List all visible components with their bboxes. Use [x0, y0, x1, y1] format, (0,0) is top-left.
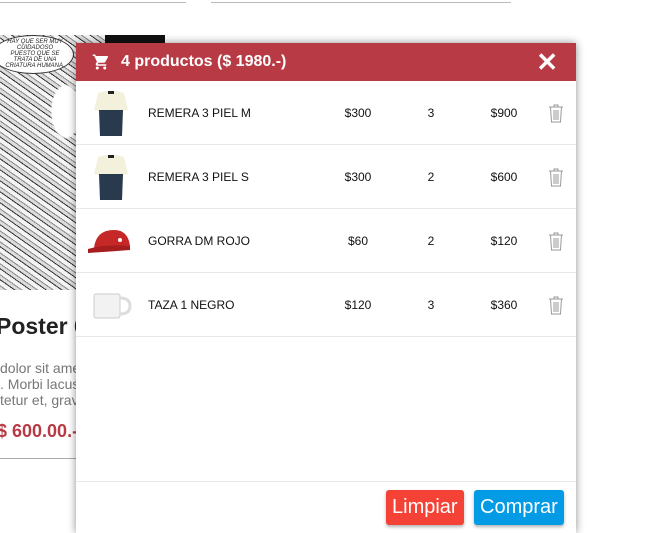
clear-button[interactable]: Limpiar [386, 490, 464, 525]
item-name: GORRA DM ROJO [148, 233, 251, 248]
item-subtotal: $900 [490, 105, 518, 120]
item-name: TAZA 1 NEGRO [148, 297, 235, 312]
cart-item-row: TAZA 1 NEGRO $120 3 $360 [76, 273, 576, 337]
trash-icon[interactable] [548, 231, 564, 251]
product-thumbnail [86, 218, 136, 264]
close-icon[interactable]: ✕ [536, 49, 558, 75]
item-price: $60 [347, 233, 369, 248]
shopping-cart-icon [92, 54, 109, 70]
item-price: $300 [344, 105, 372, 120]
divider [0, 458, 80, 459]
product-description: dolor sit amet . Morbi lacus tetur et, g… [0, 360, 85, 408]
item-quantity: 3 [427, 297, 435, 312]
product-thumbnail [86, 90, 136, 136]
product-thumbnail [86, 154, 136, 200]
item-subtotal: $360 [490, 297, 518, 312]
cart-item-row: GORRA DM ROJO $60 2 $120 [76, 209, 576, 273]
item-name: REMERA 3 PIEL S [148, 169, 249, 184]
comic-speech-bubble: HAY QUE SER MUY CUIDADOSO PUESTO QUE SE … [0, 35, 74, 74]
item-price: $120 [344, 297, 372, 312]
trash-icon[interactable] [548, 295, 564, 315]
buy-button[interactable]: Comprar [474, 490, 564, 525]
item-quantity: 3 [427, 105, 435, 120]
cart-item-row: REMERA 3 PIEL M $300 3 $900 [76, 81, 576, 145]
product-title[interactable]: Poster 6 [0, 313, 87, 340]
divider [211, 2, 511, 3]
cart-header: 4 productos ($ 1980.-) ✕ [76, 43, 576, 81]
trash-icon[interactable] [548, 167, 564, 187]
item-subtotal: $600 [490, 169, 518, 184]
cart-item-row: REMERA 3 PIEL S $300 2 $600 [76, 145, 576, 209]
item-quantity: 2 [427, 233, 435, 248]
item-price: $300 [344, 169, 372, 184]
item-quantity: 2 [427, 169, 435, 184]
divider [0, 2, 186, 3]
trash-icon[interactable] [548, 103, 564, 123]
item-name: REMERA 3 PIEL M [148, 105, 251, 120]
product-price: $ 600.00.- [0, 421, 79, 441]
item-subtotal: $120 [490, 233, 518, 248]
product-thumbnail [86, 282, 136, 328]
cart-footer: Limpiar Comprar [76, 481, 576, 533]
cart-title: 4 productos ($ 1980.-) [121, 53, 287, 70]
cart-panel: 4 productos ($ 1980.-) ✕ REMERA 3 PIEL M… [76, 43, 576, 533]
